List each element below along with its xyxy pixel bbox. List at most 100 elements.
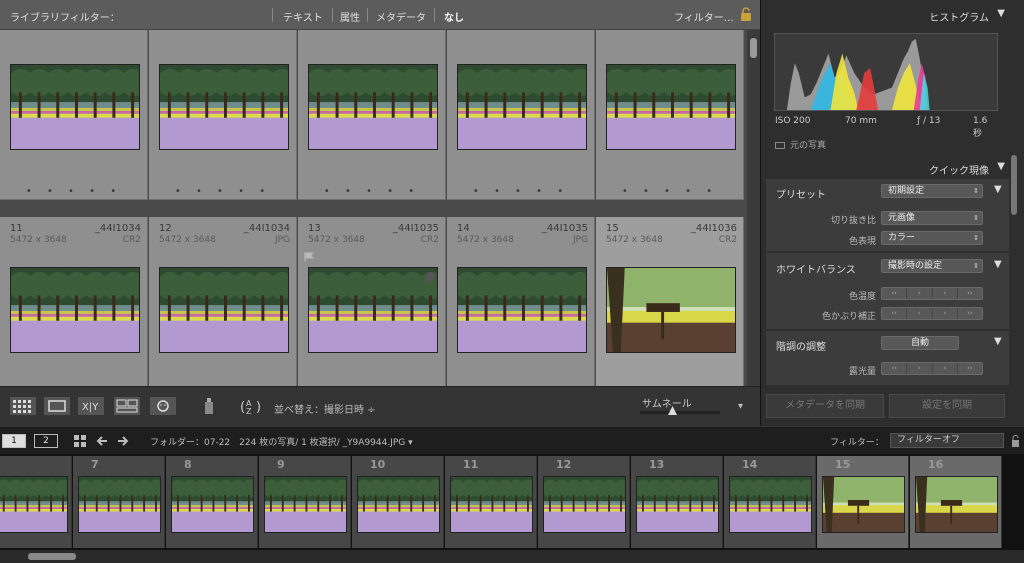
- filmstrip-scrollbar-thumb[interactable]: [28, 553, 76, 560]
- people-view-icon[interactable]: [150, 397, 176, 415]
- grid-cell[interactable]: 13 _44I1035 5472 x 3648 CR2: [298, 217, 446, 386]
- checkbox[interactable]: [775, 142, 785, 149]
- filmstrip-thumbnail[interactable]: [171, 476, 254, 533]
- filmstrip-thumbnail[interactable]: [822, 476, 905, 533]
- photo-thumbnail[interactable]: [457, 267, 587, 353]
- sync-metadata-button[interactable]: メタデータを同期: [766, 394, 884, 418]
- preset-dropdown[interactable]: 初期設定 ⇕: [881, 184, 983, 198]
- filmstrip-cell[interactable]: [0, 456, 72, 548]
- photo-thumbnail[interactable]: [159, 267, 289, 353]
- filmstrip-thumbnail[interactable]: [729, 476, 812, 533]
- filmstrip-thumbnail[interactable]: [450, 476, 533, 533]
- exposure-stepper[interactable]: ‹‹ ‹ › ››: [881, 362, 983, 375]
- temperature-stepper[interactable]: ‹‹ ‹ › ››: [881, 287, 983, 300]
- filmstrip-thumbnail[interactable]: [357, 476, 440, 533]
- filmstrip-cell[interactable]: 8: [166, 456, 258, 548]
- photo-thumbnail[interactable]: [159, 64, 289, 150]
- filmstrip-thumbnail[interactable]: [543, 476, 626, 533]
- grid-cell[interactable]: 11 _44I1034 5472 x 3648 CR2: [0, 217, 148, 386]
- filmstrip-filter-dropdown[interactable]: フィルターオフ: [890, 433, 1004, 448]
- iso-value: ISO 200: [775, 116, 811, 126]
- filter-lock-icon[interactable]: [1011, 434, 1020, 448]
- grid-cell[interactable]: 10_44I10335472 x 3648JPG• • • • •: [596, 30, 744, 200]
- updown-icon: ⇕: [973, 262, 979, 270]
- white-balance-dropdown[interactable]: 撮影時の設定 ⇕: [881, 259, 983, 273]
- auto-tone-button[interactable]: 自動: [881, 336, 959, 350]
- folder-info-breadcrumb[interactable]: フォルダー：07-22 224 枚の写真/ 1 枚選択/ _Y9A9944.JP…: [150, 435, 413, 448]
- grid-view-icon[interactable]: [10, 397, 36, 415]
- photo-thumbnail[interactable]: [606, 267, 736, 353]
- filter-preset-dropdown[interactable]: フィルター…: [674, 9, 734, 24]
- spray-can-icon[interactable]: [202, 397, 216, 415]
- compare-view-icon[interactable]: X|Y: [78, 397, 104, 415]
- grid-cell[interactable]: 8_44I10325472 x 3648JPG• • • • •: [298, 30, 446, 200]
- photo-thumbnail[interactable]: [10, 64, 140, 150]
- cell-rating-dots[interactable]: • • • • •: [298, 186, 446, 197]
- quick-develop-header[interactable]: クイック現像 ▼: [761, 157, 1015, 179]
- filter-attribute-tab[interactable]: 属性: [340, 9, 360, 24]
- grid-cell[interactable]: 6_44I10315472 x 3648JPG• • • • •: [0, 30, 148, 200]
- quick-collection-icon[interactable]: [425, 272, 435, 282]
- expand-triangle-icon[interactable]: ▼: [994, 184, 1002, 195]
- back-arrow-icon[interactable]: [96, 435, 108, 447]
- treatment-dropdown[interactable]: カラー ⇕: [881, 231, 983, 245]
- filmstrip-cell[interactable]: 15: [817, 456, 909, 548]
- sort-order-dropdown[interactable]: 並べ替え：撮影日時 ÷: [274, 401, 376, 416]
- grid-cell[interactable]: 7_44I10325472 x 3648CR2• • • • •: [149, 30, 297, 200]
- cell-rating-dots[interactable]: • • • • •: [0, 186, 148, 197]
- filmstrip-cell[interactable]: 11: [445, 456, 537, 548]
- photo-thumbnail[interactable]: [606, 64, 736, 150]
- crop-ratio-dropdown[interactable]: 元画像 ⇕: [881, 211, 983, 225]
- expand-triangle-icon[interactable]: ▼: [994, 336, 1002, 347]
- filmstrip-cell[interactable]: 10: [352, 456, 444, 548]
- filmstrip-cell[interactable]: 7: [73, 456, 165, 548]
- filmstrip-thumbnail[interactable]: [915, 476, 998, 533]
- survey-view-icon[interactable]: [114, 397, 140, 415]
- filter-text-tab[interactable]: テキスト: [283, 9, 323, 24]
- primary-window-button[interactable]: 1: [2, 434, 26, 448]
- right-panel-scrollbar[interactable]: [1011, 155, 1017, 215]
- forward-arrow-icon[interactable]: [117, 435, 129, 447]
- collapse-triangle-icon[interactable]: ▼: [997, 161, 1005, 172]
- original-photo-toggle[interactable]: 元の写真: [775, 138, 826, 151]
- filter-none-tab[interactable]: なし: [444, 9, 464, 24]
- secondary-window-button[interactable]: 2: [34, 434, 58, 448]
- toolbar-menu-chevron-icon[interactable]: ▾: [738, 401, 743, 412]
- tint-stepper[interactable]: ‹‹ ‹ › ››: [881, 307, 983, 320]
- filmstrip-cell[interactable]: 9: [259, 456, 351, 548]
- photo-thumbnail[interactable]: [308, 267, 438, 353]
- thumbnail-slider-knob[interactable]: [668, 406, 677, 415]
- collapse-triangle-icon[interactable]: ▼: [997, 8, 1005, 19]
- histogram-header[interactable]: ヒストグラム ▼: [761, 4, 1015, 26]
- thumbnail-size-slider[interactable]: [640, 411, 720, 414]
- flag-icon[interactable]: [304, 252, 314, 262]
- grid-scrollbar[interactable]: [747, 30, 760, 386]
- expand-triangle-icon[interactable]: ▼: [994, 259, 1002, 270]
- filmstrip-cell[interactable]: 12: [538, 456, 630, 548]
- photo-thumbnail[interactable]: [308, 64, 438, 150]
- filter-metadata-tab[interactable]: メタデータ: [376, 9, 426, 24]
- filmstrip-cell[interactable]: 16: [910, 456, 1002, 548]
- lock-icon[interactable]: [740, 7, 752, 22]
- cell-rating-dots[interactable]: • • • • •: [596, 186, 744, 197]
- grid-cell[interactable]: 15 _44I1036 5472 x 3648 CR2: [596, 217, 744, 386]
- cell-rating-dots[interactable]: • • • • •: [149, 186, 297, 197]
- filmstrip-thumbnail[interactable]: [78, 476, 161, 533]
- filmstrip-thumbnail[interactable]: [264, 476, 347, 533]
- grid-icon[interactable]: [74, 435, 87, 447]
- filmstrip-cell[interactable]: 13: [631, 456, 723, 548]
- cell-rating-dots[interactable]: • • • • •: [447, 186, 595, 197]
- filmstrip-scrollbar[interactable]: [0, 550, 1024, 563]
- grid-cell[interactable]: 14 _44I1035 5472 x 3648 JPG: [447, 217, 595, 386]
- photo-thumbnail[interactable]: [10, 267, 140, 353]
- grid-cell[interactable]: 9_44I10335472 x 3648CR2• • • • •: [447, 30, 595, 200]
- photo-thumbnail[interactable]: [457, 64, 587, 150]
- sort-direction-icon[interactable]: (AZ): [238, 397, 266, 415]
- grid-scrollbar-thumb[interactable]: [750, 38, 757, 58]
- filmstrip-cell[interactable]: 14: [724, 456, 816, 548]
- filmstrip-thumbnail[interactable]: [0, 476, 68, 533]
- grid-cell[interactable]: 12 _44I1034 5472 x 3648 JPG: [149, 217, 297, 386]
- sync-settings-button[interactable]: 設定を同期: [889, 394, 1005, 418]
- filmstrip-thumbnail[interactable]: [636, 476, 719, 533]
- loupe-view-icon[interactable]: [44, 397, 70, 415]
